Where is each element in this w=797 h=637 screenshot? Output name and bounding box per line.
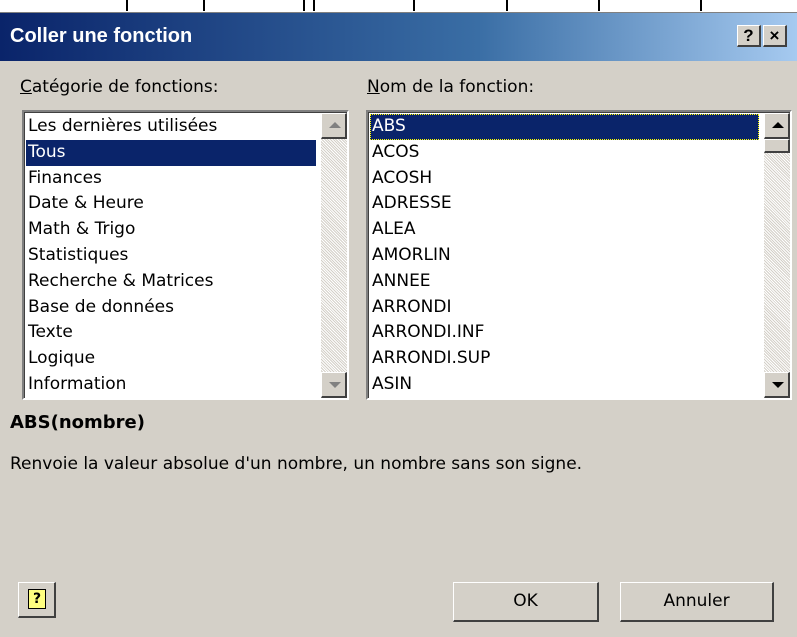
cancel-button[interactable]: Annuler [620, 582, 774, 622]
function-list-item[interactable]: ACOSH [370, 166, 759, 192]
chevron-down-icon [329, 382, 341, 388]
category-list-item[interactable]: Statistiques [26, 243, 316, 269]
function-name-label: Nom de la fonction: [367, 77, 534, 97]
help-icon: ? [28, 589, 46, 609]
title-help-button[interactable]: ? [737, 25, 761, 47]
column-divider [700, 0, 702, 11]
category-list-item[interactable]: Finances [26, 166, 316, 192]
help-button[interactable]: ? [18, 582, 56, 618]
column-divider [413, 0, 415, 11]
function-list-item[interactable]: ARRONDI.INF [370, 320, 759, 346]
column-divider [506, 0, 508, 11]
category-scroll-down-button[interactable] [321, 372, 347, 398]
category-list-item[interactable]: Texte [26, 320, 316, 346]
function-list-item[interactable]: ABS [370, 114, 759, 140]
function-list-item[interactable]: AMORLIN [370, 243, 759, 269]
column-divider [203, 0, 205, 11]
function-list-item[interactable]: ALEA [370, 217, 759, 243]
category-scroll-up-button[interactable] [321, 113, 347, 139]
function-label-text: om de la fonction: [379, 77, 535, 97]
category-list-item[interactable]: Information [26, 372, 316, 398]
function-list-item[interactable]: ASIN [370, 372, 759, 398]
title-close-button[interactable]: × [763, 25, 787, 47]
column-divider [598, 0, 600, 11]
category-label-accelerator: C [20, 77, 32, 97]
function-scroll-thumb[interactable] [764, 139, 790, 153]
function-scroll-up-button[interactable] [764, 113, 790, 139]
dialog-title-bar[interactable]: Coller une fonction ? × [0, 13, 797, 61]
chevron-up-icon [772, 122, 784, 128]
category-list-item[interactable]: Math & Trigo [26, 217, 316, 243]
chevron-down-icon [772, 382, 784, 388]
category-list-item[interactable]: Base de données [26, 295, 316, 321]
dialog-title: Coller une fonction [10, 25, 193, 47]
function-list-item[interactable]: ACOS [370, 140, 759, 166]
category-listbox[interactable]: Les dernières utilisées Tous Finances Date … [22, 110, 349, 400]
function-description: Renvoie la valeur absolue d'un nombre, u… [10, 454, 583, 474]
function-label-accelerator: N [367, 77, 380, 97]
function-scrollbar[interactable] [764, 113, 790, 398]
function-list-item[interactable]: ADRESSE [370, 191, 759, 217]
column-divider [313, 0, 315, 11]
column-divider [303, 0, 305, 11]
column-divider [126, 0, 128, 11]
spreadsheet-header-strip [0, 0, 797, 13]
ok-button[interactable]: OK [453, 582, 599, 622]
function-list-item[interactable]: ANNEE [370, 269, 759, 295]
category-list-item[interactable]: Les dernières utilisées [26, 114, 316, 140]
category-list-item[interactable]: Tous [26, 139, 316, 166]
category-scrollbar[interactable] [321, 113, 347, 398]
category-list-item[interactable]: Date & Heure [26, 191, 316, 217]
category-label-text: atégorie de fonctions: [31, 77, 219, 97]
category-items: Les dernières utilisées Tous Finances Date … [26, 114, 316, 398]
function-listbox[interactable]: ABS ACOS ACOSH ADRESSE ALEA AMORLIN ANNEE ARRON… [366, 110, 792, 400]
function-list-item[interactable]: ARRONDI.SUP [370, 346, 759, 372]
chevron-up-icon [329, 122, 341, 128]
category-label: Catégorie de fonctions: [20, 77, 219, 97]
function-items: ABS ACOS ACOSH ADRESSE ALEA AMORLIN ANNEE ARRON… [370, 114, 759, 398]
category-list-item[interactable]: Logique [26, 346, 316, 372]
function-syntax: ABS(nombre) [10, 412, 145, 433]
category-list-item[interactable]: Recherche & Matrices [26, 269, 316, 295]
function-list-item[interactable]: ARRONDI [370, 295, 759, 321]
function-scroll-down-button[interactable] [764, 372, 790, 398]
